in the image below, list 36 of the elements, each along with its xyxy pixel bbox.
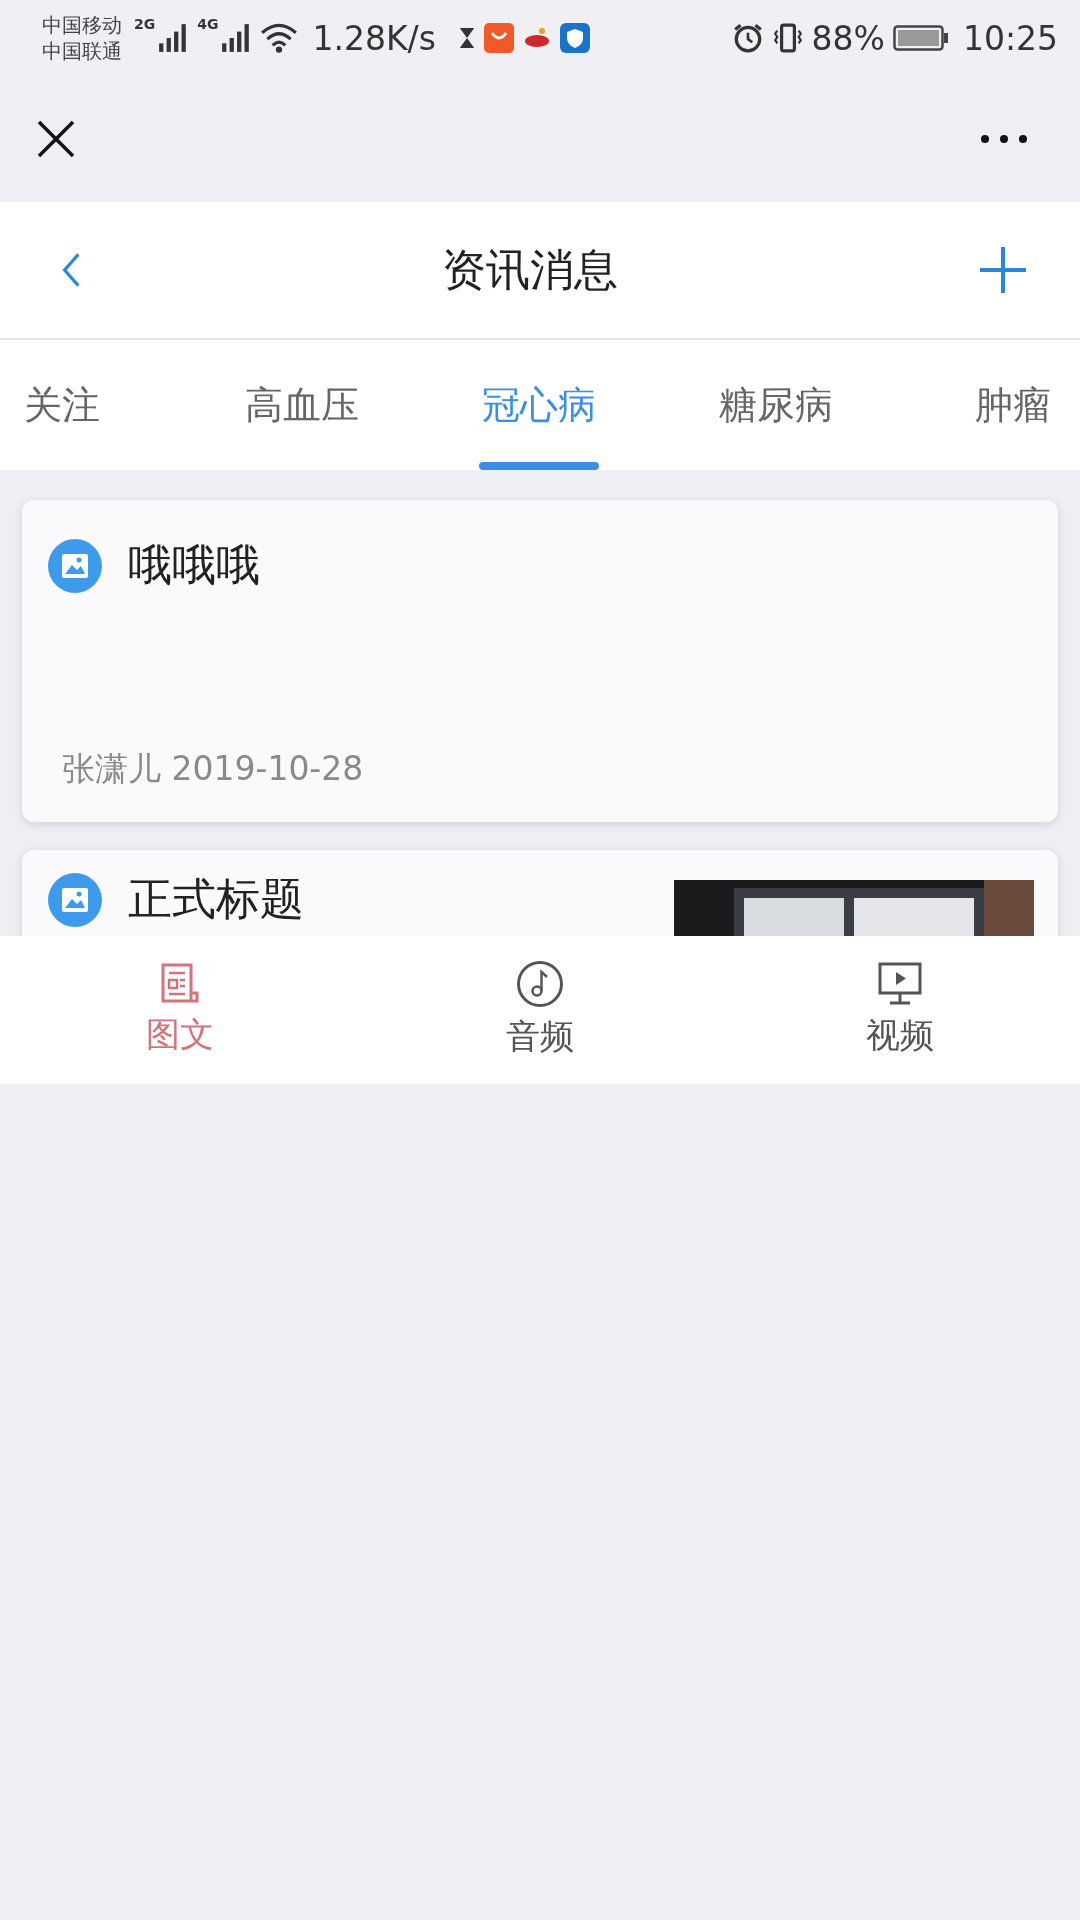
vibrate-icon xyxy=(771,22,804,54)
hourglass-icon xyxy=(457,26,476,50)
image-icon xyxy=(48,872,102,927)
category-tab[interactable]: 冠心病 xyxy=(420,340,657,470)
category-tab[interactable]: 肿瘤 xyxy=(894,340,1080,470)
network-type: 2G xyxy=(134,16,156,32)
nav-tab[interactable]: 图文 xyxy=(0,936,360,1084)
battery-percent: 88% xyxy=(811,18,885,58)
close-icon[interactable] xyxy=(36,119,76,159)
article-card[interactable]: 正式标题 xyxy=(22,850,1058,936)
page-title: 资讯消息 xyxy=(442,242,618,297)
clock: 10:25 xyxy=(962,18,1058,58)
more-icon[interactable] xyxy=(980,134,1028,144)
back-icon[interactable] xyxy=(60,251,82,289)
network-speed: 1.28K/s xyxy=(312,18,436,58)
nav-tab[interactable]: 视频 xyxy=(720,936,1080,1084)
author-date: 张潇儿 2019-10-28 xyxy=(61,748,365,790)
article-title: 哦哦哦 xyxy=(128,538,260,592)
network-type: 4G xyxy=(197,16,219,32)
carrier-name: 中国移动 xyxy=(42,12,122,38)
wifi-icon xyxy=(260,22,299,54)
battery-icon xyxy=(892,25,949,51)
nav-tab[interactable]: 音频 xyxy=(360,936,720,1084)
article-title: 正式标题 xyxy=(128,872,304,926)
alarm-icon xyxy=(731,22,764,54)
carrier-name: 中国联通 xyxy=(42,38,122,64)
add-icon[interactable] xyxy=(978,245,1028,295)
monitor-play-icon xyxy=(877,961,923,1007)
music-note-icon xyxy=(516,960,564,1008)
category-tab[interactable]: 高血压 xyxy=(183,340,420,470)
category-tab[interactable]: 关注 xyxy=(0,340,183,470)
app-notification-icon xyxy=(483,23,514,53)
category-tab[interactable]: 糖尿病 xyxy=(657,340,894,470)
shield-icon xyxy=(559,23,590,53)
image-icon xyxy=(48,538,102,593)
article-card[interactable]: 哦哦哦 张潇儿 2019-10-28 xyxy=(22,500,1058,822)
